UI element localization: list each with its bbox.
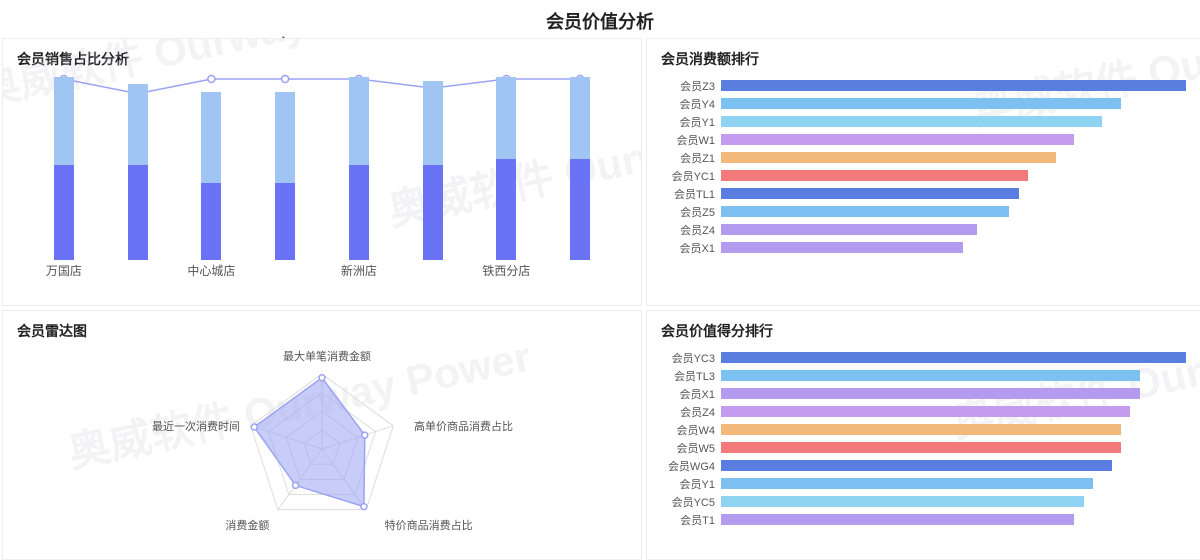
- bar-category-label: 铁西分店: [470, 262, 544, 282]
- panel-title-sales-ratio: 会员销售占比分析: [17, 49, 627, 69]
- rank-label: 会员W1: [661, 132, 721, 148]
- rank-bar: [721, 496, 1084, 507]
- rank-row: 会员Z1: [661, 149, 1186, 166]
- rank-row: 会员TL3: [661, 367, 1186, 384]
- rank-label: 会员X1: [661, 386, 721, 402]
- panel-value-rank: 奥威软件 Ourway Power 会员价值得分排行 会员YC3会员TL3会员X…: [646, 310, 1200, 560]
- dashboard-grid: 奥威软件 Ourway Power 奥威软件 Ourway Power 会员销售…: [0, 38, 1200, 560]
- rank-bar: [721, 206, 1009, 217]
- bar-category-label: 万国店: [27, 262, 101, 282]
- rank-bar: [721, 460, 1112, 471]
- rank-row: 会员W4: [661, 421, 1186, 438]
- rank-row: 会员WG4: [661, 457, 1186, 474]
- rank-label: 会员W5: [661, 440, 721, 456]
- rank-label: 会员WG4: [661, 458, 721, 474]
- rank-label: 会员YC3: [661, 350, 721, 366]
- rank-bar: [721, 188, 1019, 199]
- page-title: 会员价值分析: [0, 0, 1200, 38]
- rank-bar: [721, 80, 1186, 91]
- rank-row: 会员X1: [661, 385, 1186, 402]
- rank-label: 会员T1: [661, 512, 721, 528]
- rank-label: 会员YC5: [661, 494, 721, 510]
- rank-bar: [721, 352, 1186, 363]
- rank-row: 会员W1: [661, 131, 1186, 148]
- rank-row: 会员Z5: [661, 203, 1186, 220]
- rank-bar: [721, 152, 1056, 163]
- rank-row: 会员Z3: [661, 77, 1186, 94]
- rank-bar: [721, 170, 1028, 181]
- rank-row: 会员YC3: [661, 349, 1186, 366]
- rank-bar: [721, 370, 1140, 381]
- rank-bar: [721, 442, 1121, 453]
- panel-sales-ratio: 奥威软件 Ourway Power 奥威软件 Ourway Power 会员销售…: [2, 38, 642, 306]
- rank-bar: [721, 224, 977, 235]
- rank-bar: [721, 406, 1130, 417]
- panel-title-radar: 会员雷达图: [17, 321, 627, 341]
- rank-row: 会员YC5: [661, 493, 1186, 510]
- rank-bar: [721, 424, 1121, 435]
- radar-axis-label: 最大单笔消费金额: [283, 348, 371, 364]
- bar-slot: [496, 77, 516, 260]
- radar-axis-label: 消费金额: [225, 517, 269, 533]
- bar-slot: [423, 77, 443, 260]
- rank-bar: [721, 514, 1074, 525]
- rank-bar: [721, 116, 1102, 127]
- rank-label: 会员YC1: [661, 168, 721, 184]
- panel-title-value-rank: 会员价值得分排行: [661, 321, 1186, 341]
- bar-slot: [128, 77, 148, 260]
- radar-axis-label: 高单价商品消费占比: [414, 418, 513, 434]
- rank-row: 会员Y1: [661, 475, 1186, 492]
- rank-label: 会员Z1: [661, 150, 721, 166]
- rank-row: 会员TL1: [661, 185, 1186, 202]
- chart-value-rank[interactable]: 会员YC3 会员TL3 会员X1 会员Z4 会员W4 会员W5 会员WG4 会员Y1 会员YC5…: [661, 349, 1186, 528]
- rank-label: 会员Y1: [661, 114, 721, 130]
- rank-bar: [721, 478, 1093, 489]
- bar-slot: [201, 77, 221, 260]
- chart-spend-rank[interactable]: 会员Z3 会员Y4 会员Y1 会员W1 会员Z1 会员YC1 会员TL1 会员Z5 会员Z4 会员…: [661, 77, 1186, 256]
- rank-row: 会员YC1: [661, 167, 1186, 184]
- rank-bar: [721, 388, 1140, 399]
- rank-label: 会员TL1: [661, 186, 721, 202]
- rank-row: 会员Y1: [661, 113, 1186, 130]
- bar-category-label: [248, 262, 322, 282]
- rank-row: 会员T1: [661, 511, 1186, 528]
- panel-title-spend-rank: 会员消费额排行: [661, 49, 1186, 69]
- rank-label: 会员Z4: [661, 222, 721, 238]
- rank-label: 会员Z3: [661, 78, 721, 94]
- bar-slot: [275, 77, 295, 260]
- bar-category-label: [543, 262, 617, 282]
- rank-bar: [721, 242, 963, 253]
- rank-label: 会员Y4: [661, 96, 721, 112]
- bar-slot: [570, 77, 590, 260]
- rank-bar: [721, 98, 1121, 109]
- rank-label: 会员X1: [661, 240, 721, 256]
- chart-sales-ratio[interactable]: 万国店 中心城店 新洲店 铁西分店: [27, 77, 617, 282]
- bar-category-label: 新洲店: [322, 262, 396, 282]
- panel-radar: 奥威软件 Ourway Power 会员雷达图 最大单笔消费金额高单价商品消费占…: [2, 310, 642, 560]
- rank-row: 会员Y4: [661, 95, 1186, 112]
- panel-spend-rank: 奥威软件 Ourway Power 会员消费额排行 会员Z3会员Y4会员Y1会员…: [646, 38, 1200, 306]
- bar-slot: [54, 77, 74, 260]
- rank-row: 会员W5: [661, 439, 1186, 456]
- rank-label: 会员Z5: [661, 204, 721, 220]
- bar-category-label: [101, 262, 175, 282]
- radar-axis-label: 最近一次消费时间: [152, 418, 240, 434]
- bar-slot: [349, 77, 369, 260]
- rank-label: 会员W4: [661, 422, 721, 438]
- rank-row: 会员Z4: [661, 221, 1186, 238]
- rank-row: 会员Z4: [661, 403, 1186, 420]
- rank-label: 会员Y1: [661, 476, 721, 492]
- rank-bar: [721, 134, 1074, 145]
- bar-category-label: 中心城店: [175, 262, 249, 282]
- bar-category-label: [396, 262, 470, 282]
- rank-row: 会员X1: [661, 239, 1186, 256]
- chart-radar[interactable]: 最大单笔消费金额高单价商品消费占比特价商品消费占比 消费金额 最近一次消费时间: [17, 349, 627, 549]
- rank-label: 会员TL3: [661, 368, 721, 384]
- radar-axis-label: 特价商品消费占比: [385, 517, 473, 533]
- rank-label: 会员Z4: [661, 404, 721, 420]
